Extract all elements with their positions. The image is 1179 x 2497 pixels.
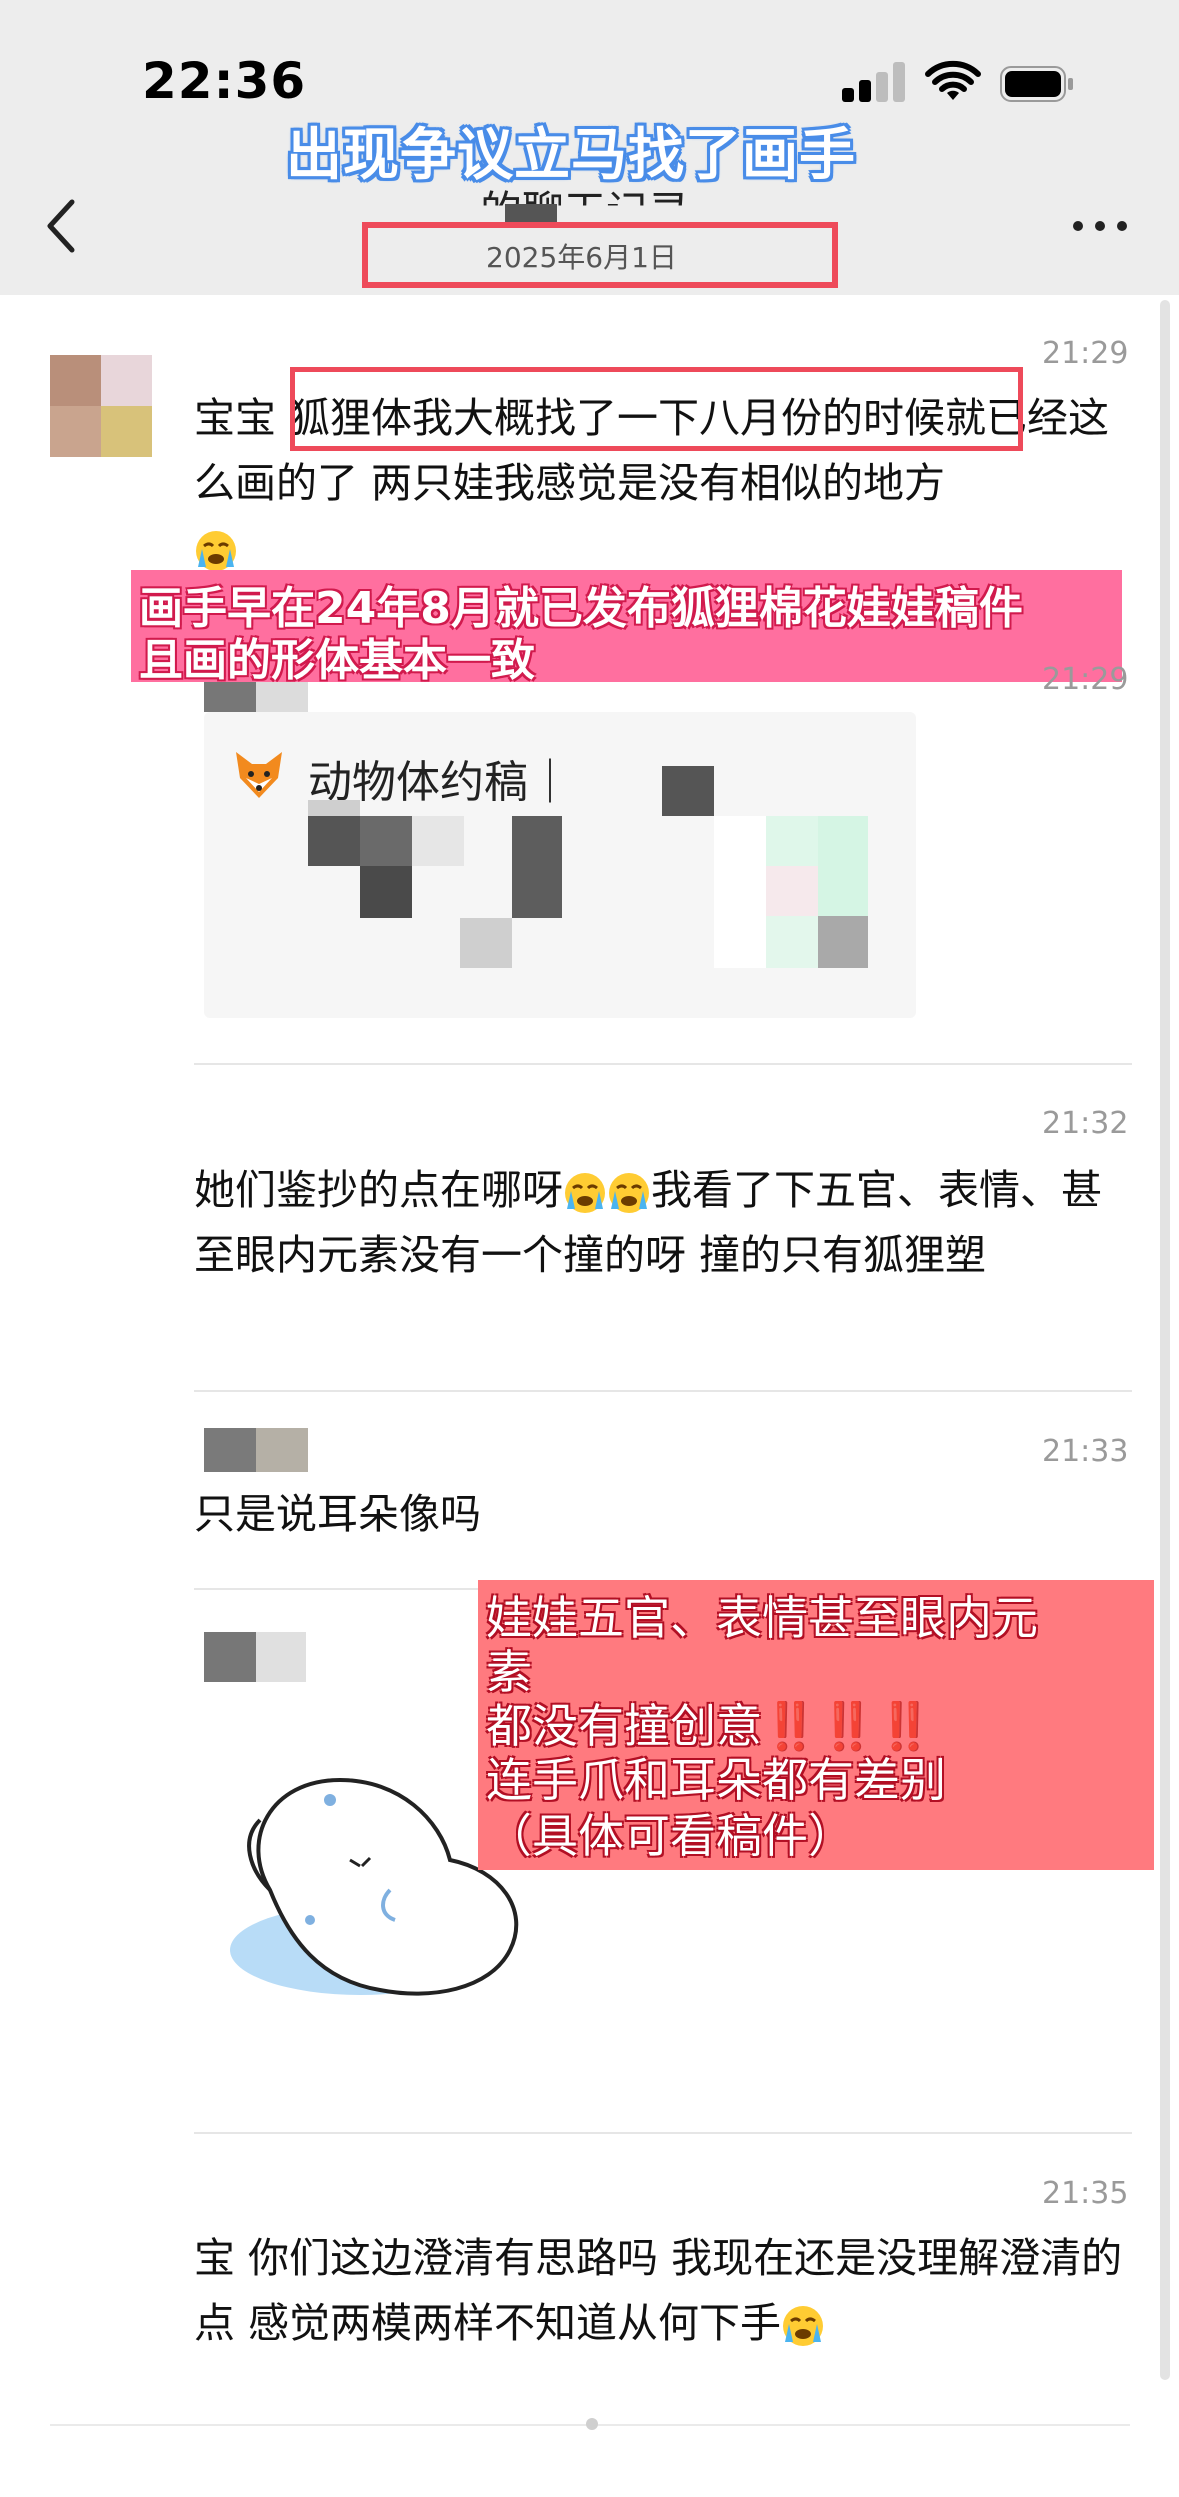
battery-icon	[1000, 66, 1073, 102]
card-preview-block	[818, 916, 868, 968]
avatar[interactable]	[204, 1632, 256, 1682]
card-preview-block	[766, 866, 818, 916]
page-indicator	[586, 2418, 598, 2430]
loudly-crying-face-emoji	[783, 2306, 824, 2346]
fox-face-emoji	[236, 752, 282, 798]
card-preview-block	[662, 766, 714, 816]
card-preview-block	[766, 916, 818, 968]
chevron-left-icon[interactable]	[42, 196, 82, 256]
card-preview-block	[360, 816, 412, 866]
card-preview-block	[412, 816, 464, 866]
avatar[interactable]	[204, 1428, 256, 1472]
message-text-start: 宝宝	[194, 394, 290, 442]
chat-date: 2025年6月1日	[486, 241, 677, 274]
more-dots-icon[interactable]	[1070, 216, 1130, 236]
cellular-signal-icon	[842, 62, 906, 102]
overlay-title: 出现争议立马找了画手	[286, 123, 856, 188]
wifi-icon	[925, 60, 981, 100]
avatar[interactable]	[50, 355, 152, 457]
avatar[interactable]	[256, 1632, 306, 1682]
avatar[interactable]	[256, 1428, 308, 1472]
card-preview-block	[818, 866, 868, 916]
text-highlight-box	[290, 367, 1023, 451]
message-divider	[194, 1063, 1132, 1065]
annotation-line: 且画的形体基本一致	[139, 635, 535, 686]
message-time: 21:29	[1042, 336, 1129, 371]
annotation-line: （具体可看稿件）	[486, 1809, 854, 1863]
loudly-crying-face-emoji	[196, 531, 236, 571]
message-text[interactable]: 她们鉴抄的点在哪呀 我看了下五官、表情、甚至眼内元素没有一个撞的呀 撞的只有狐狸塑	[194, 1158, 1134, 1288]
scrollbar[interactable]	[1160, 300, 1170, 2380]
card-preview-block	[818, 816, 868, 866]
message-time: 21:35	[1042, 2176, 1129, 2211]
message-time: 21:32	[1042, 1106, 1129, 1141]
card-preview-block	[766, 816, 818, 866]
redacted-name	[256, 682, 308, 712]
redacted-name	[204, 682, 256, 712]
loudly-crying-face-emoji	[609, 1173, 649, 1213]
card-preview-block	[714, 816, 766, 866]
message-text-start: 她们鉴抄的点在哪呀	[194, 1166, 563, 1214]
annotation-line: 娃娃五官、表情甚至眼内元	[486, 1591, 1038, 1645]
message-text-start: 宝 你们这边澄清有思路吗 我现在还是没理解澄清的点 感觉两模两样不知道从何下手	[194, 2234, 1123, 2347]
status-time: 22:36	[142, 52, 307, 110]
annotation-banner-pink: 画手早在24年8月就已发布狐狸棉花娃娃稿件 且画的形体基本一致	[131, 570, 1122, 686]
card-preview-block	[308, 816, 360, 866]
message-time: 21:33	[1042, 1434, 1129, 1469]
card-preview-block	[714, 866, 766, 968]
annotation-banner-red: 娃娃五官、表情甚至眼内元 素 都没有撞创意‼️‼️‼️ 连手爪和耳朵都有差别 （…	[478, 1580, 1154, 1870]
message-text[interactable]: 只是说耳朵像吗	[194, 1482, 1134, 1547]
message-divider	[194, 2132, 1132, 2134]
message-time: 21:29	[1042, 662, 1129, 697]
card-preview-block	[460, 918, 512, 968]
card-preview-block	[360, 866, 412, 918]
message-text[interactable]: 宝 你们这边澄清有思路吗 我现在还是没理解澄清的点 感觉两模两样不知道从何下手	[194, 2226, 1134, 2356]
loudly-crying-face-emoji	[565, 1173, 605, 1213]
message-divider	[194, 1390, 1132, 1392]
card-preview-block	[512, 816, 562, 918]
